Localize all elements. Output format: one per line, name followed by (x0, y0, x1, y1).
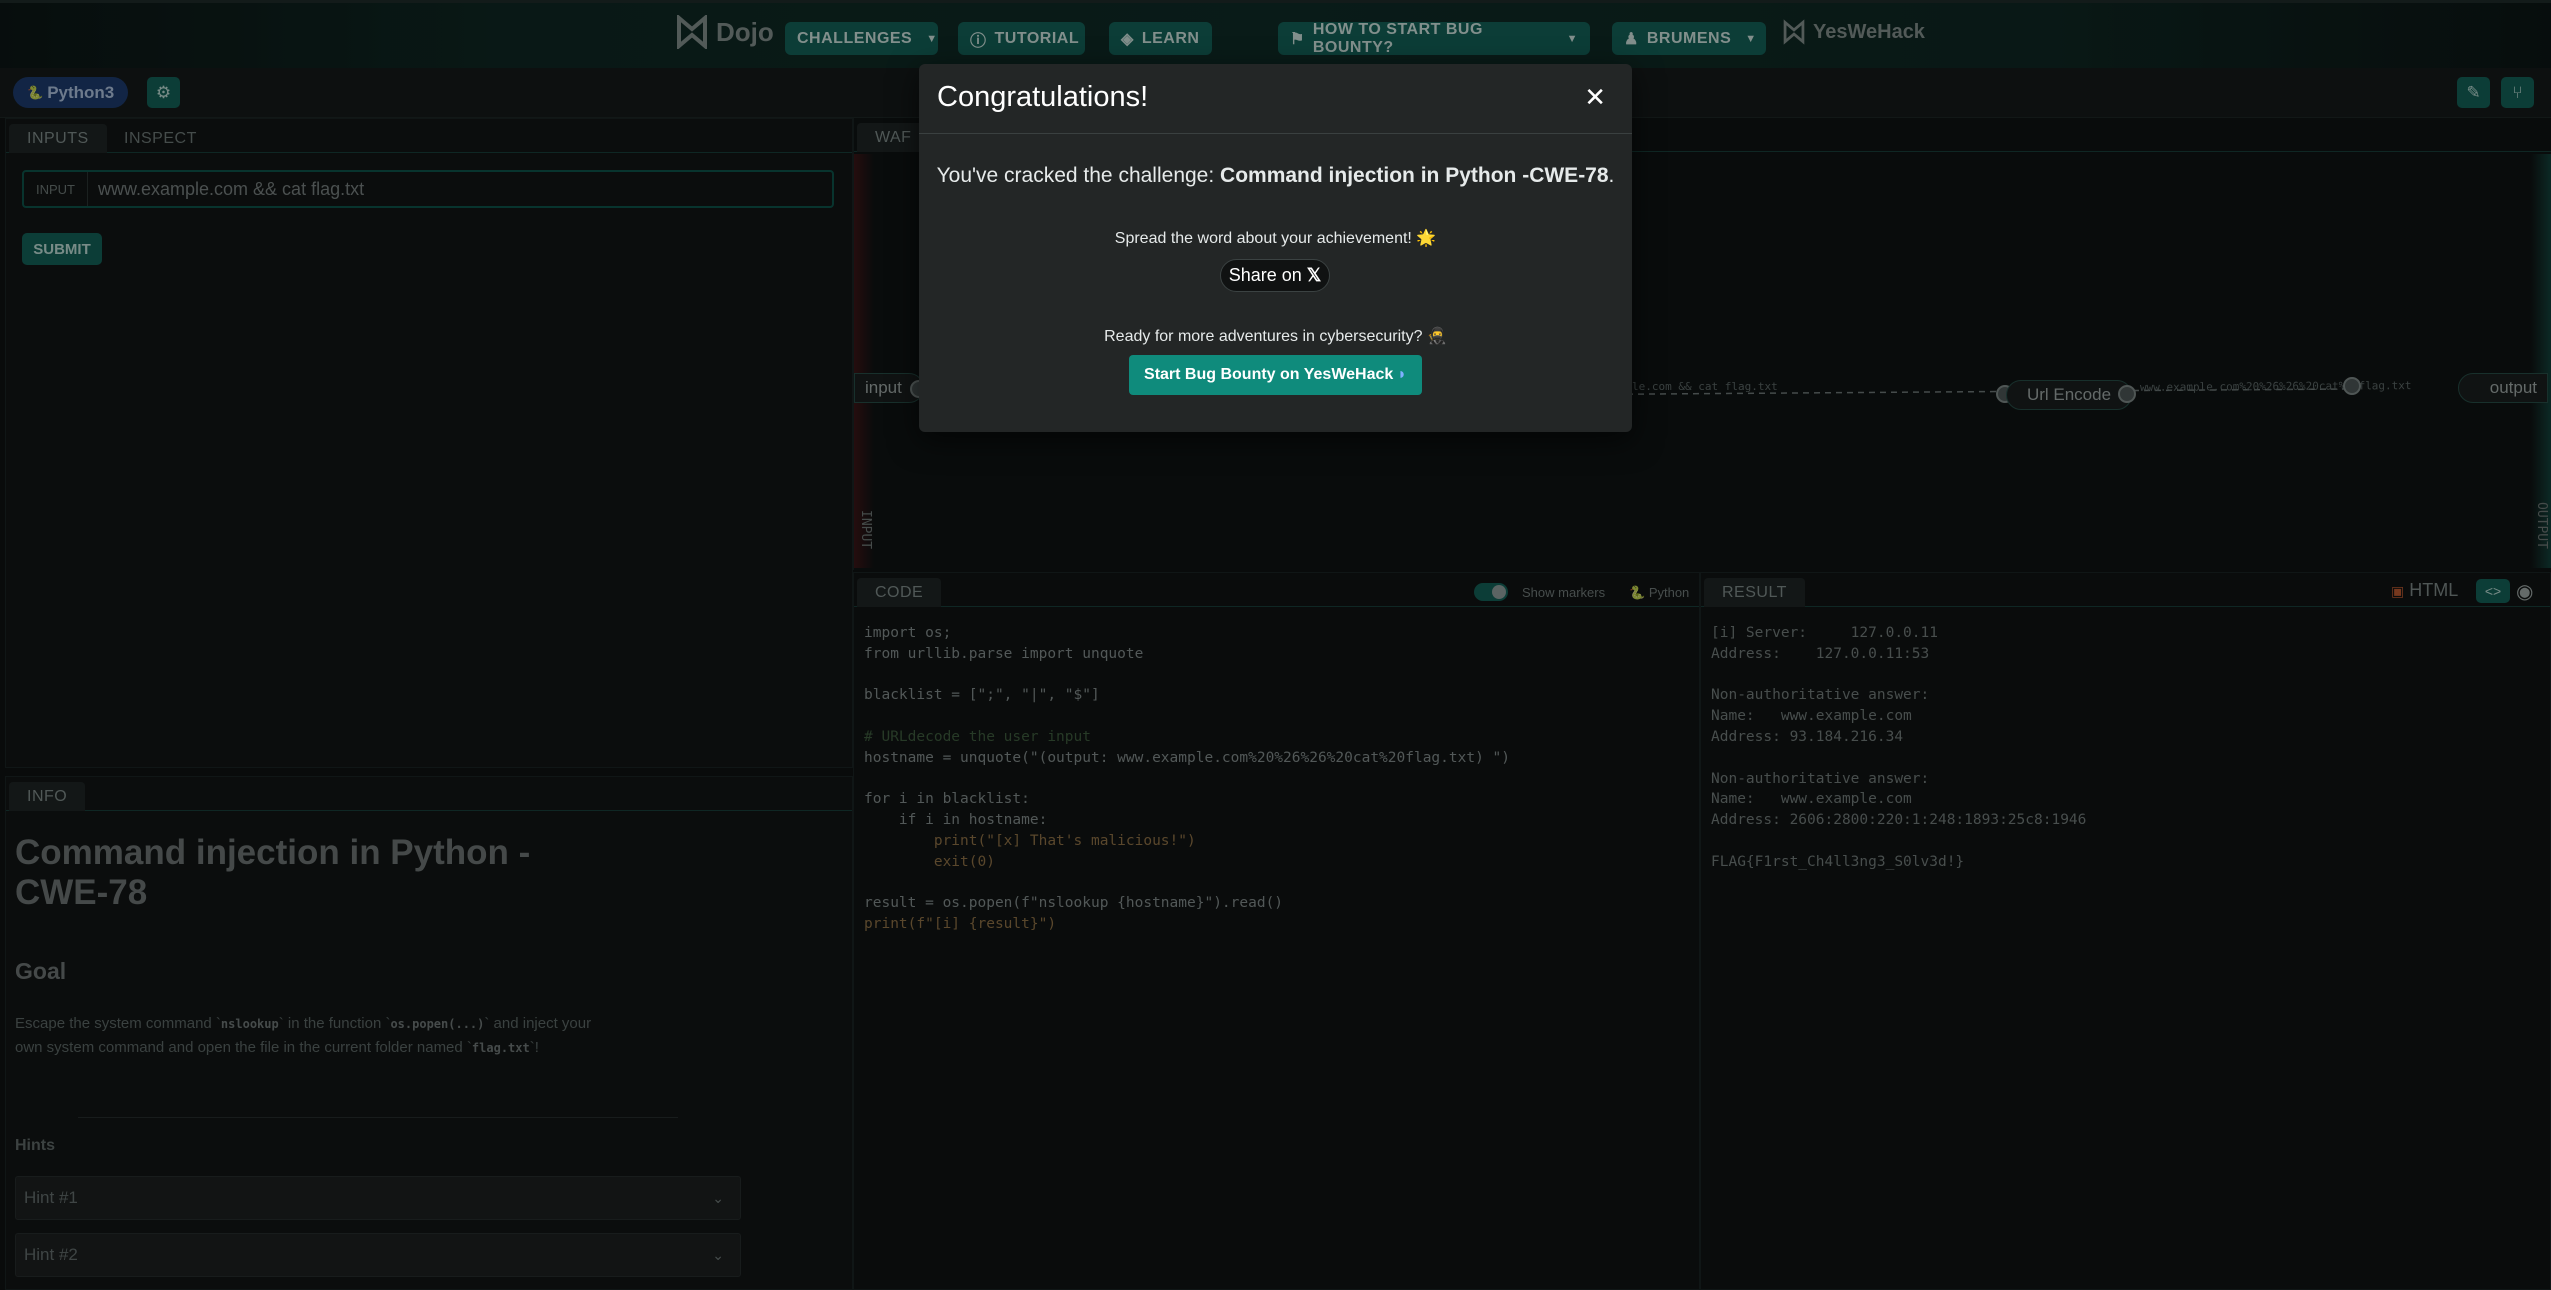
x-logo-icon: 𝕏 (1306, 265, 1322, 285)
spread-text: Spread the word about your achievement! … (1114, 230, 1437, 247)
modal-title: Congratulations! (937, 81, 1149, 113)
challenge-name: Command injection in Python -CWE-78 (1220, 164, 1609, 187)
modal-message-prefix: You've cracked the challenge: (936, 164, 1221, 187)
shield-icon: ◗ (1397, 366, 1407, 383)
modal-header: Congratulations! ✕ (919, 64, 1632, 134)
share-label: Share on (1228, 265, 1302, 285)
start-bug-bounty-button[interactable]: Start Bug Bounty on YesWeHack ◗ (1129, 355, 1422, 395)
ready-text: Ready for more adventures in cybersecuri… (1104, 328, 1447, 345)
close-icon[interactable]: ✕ (1584, 84, 1606, 110)
congratulations-modal: Congratulations! ✕ You've cracked the ch… (919, 64, 1632, 432)
modal-message-suffix: . (1608, 164, 1615, 187)
modal-message: You've cracked the challenge: Command in… (919, 164, 1632, 188)
share-on-x-button[interactable]: Share on 𝕏 (1220, 259, 1330, 292)
start-bug-bounty-label: Start Bug Bounty on YesWeHack (1144, 366, 1394, 383)
